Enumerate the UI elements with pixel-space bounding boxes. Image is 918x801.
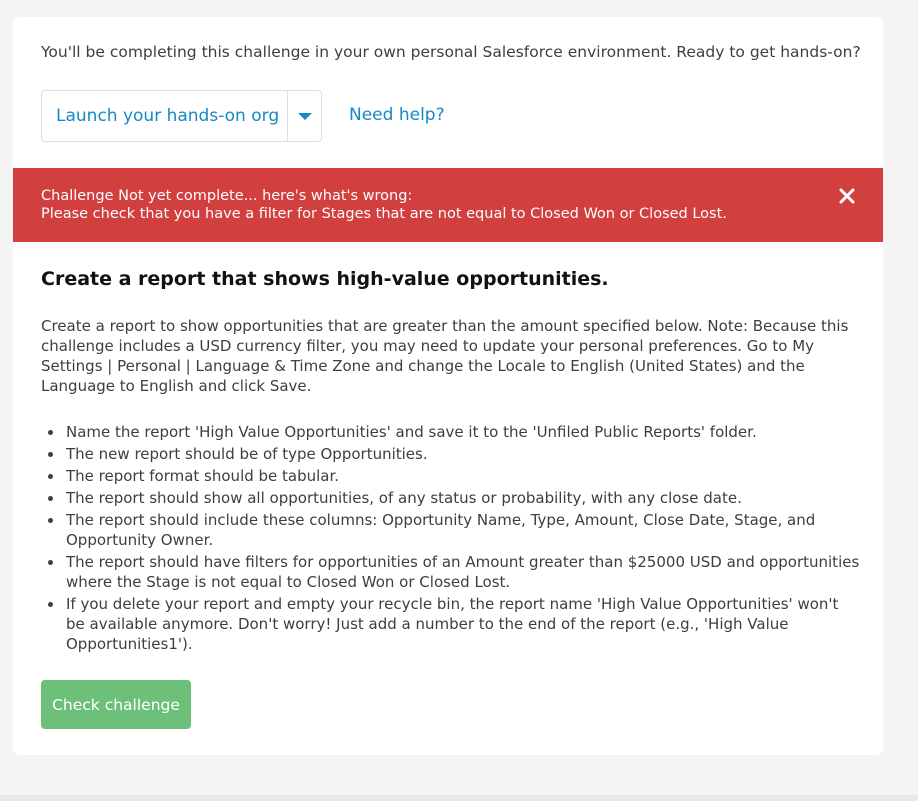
- challenge-description: Create a report to show opportunities th…: [41, 317, 849, 395]
- list-item: The report format should be tabular.: [41, 466, 861, 486]
- chevron-down-icon: [297, 112, 312, 120]
- challenge-card: You'll be completing this challenge in y…: [13, 17, 883, 755]
- check-challenge-button[interactable]: Check challenge: [41, 680, 191, 729]
- error-message: Please check that you have a filter for …: [41, 206, 727, 222]
- list-item: Name the report 'High Value Opportunitie…: [41, 422, 861, 442]
- launch-org-button[interactable]: Launch your hands-on org: [42, 91, 288, 141]
- list-item: The new report should be of type Opportu…: [41, 444, 861, 464]
- intro-text: You'll be completing this challenge in y…: [41, 43, 861, 61]
- list-item: The report should show all opportunities…: [41, 488, 861, 508]
- requirements-list: Name the report 'High Value Opportunitie…: [41, 422, 861, 656]
- close-icon[interactable]: [837, 186, 857, 206]
- list-item: The report should have filters for oppor…: [41, 552, 861, 592]
- list-item: The report should include these columns:…: [41, 510, 861, 550]
- list-item: If you delete your report and empty your…: [41, 594, 861, 654]
- page-bottom-divider: [0, 795, 918, 801]
- challenge-title: Create a report that shows high-value op…: [41, 268, 609, 290]
- launch-org-split-button: Launch your hands-on org: [41, 90, 322, 142]
- error-banner: Challenge Not yet complete... here's wha…: [13, 168, 883, 242]
- error-heading: Challenge Not yet complete... here's wha…: [41, 188, 413, 204]
- launch-org-dropdown-toggle[interactable]: [288, 91, 321, 141]
- need-help-link[interactable]: Need help?: [349, 105, 445, 125]
